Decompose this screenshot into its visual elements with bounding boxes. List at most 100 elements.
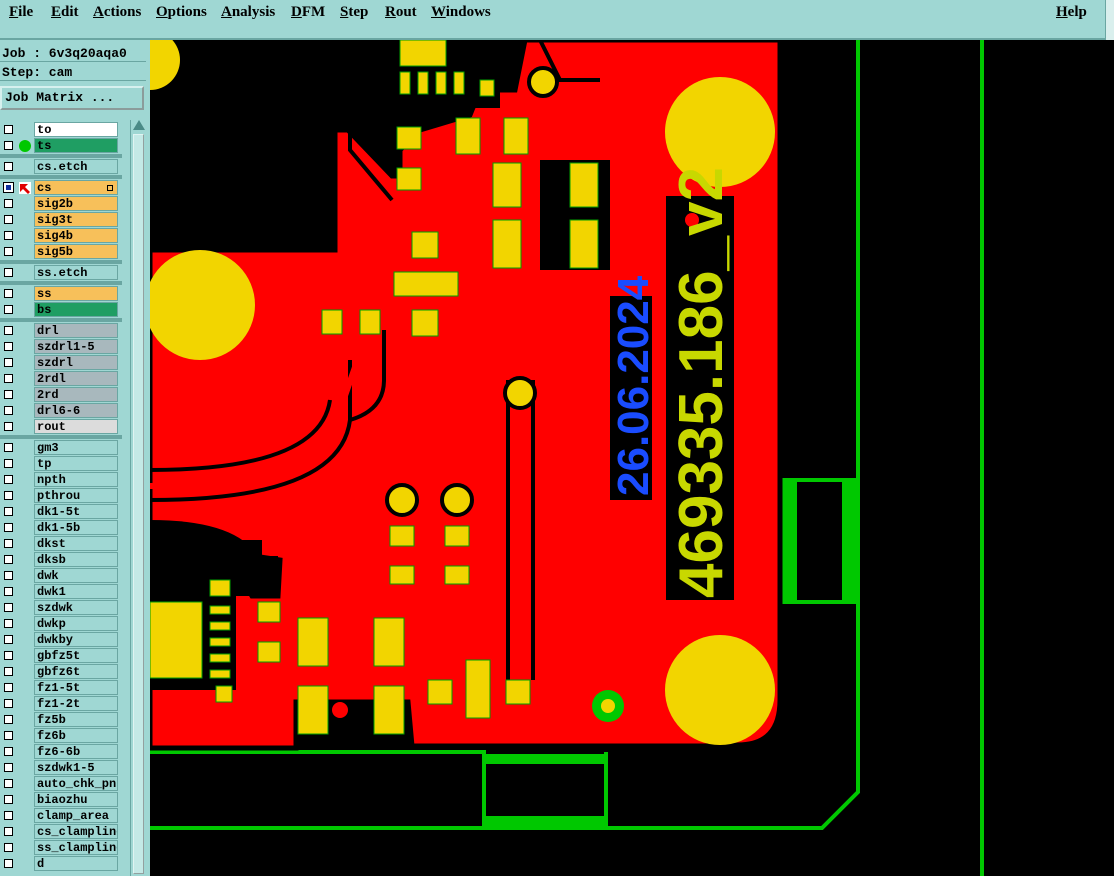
layer-row[interactable]: dksb (0, 552, 122, 568)
layer-visibility-checkbox[interactable] (4, 731, 13, 740)
menu-step[interactable]: Step (340, 4, 368, 21)
layer-name-label[interactable]: ts (34, 138, 118, 153)
layer-visibility-checkbox[interactable] (4, 811, 13, 820)
layer-name-label[interactable]: fz1-5t (34, 680, 118, 695)
layer-row[interactable]: dk1-5t (0, 504, 122, 520)
layer-visibility-checkbox[interactable] (4, 827, 13, 836)
layer-visibility-checkbox[interactable] (4, 555, 13, 564)
layer-visibility-checkbox[interactable] (4, 699, 13, 708)
layer-row[interactable]: sig2b (0, 196, 122, 212)
layer-name-label[interactable]: cs (34, 180, 118, 195)
layer-name-label[interactable]: dwkp (34, 616, 118, 631)
layer-name-label[interactable]: cs.etch (34, 159, 118, 174)
layer-row[interactable]: auto_chk_pn (0, 776, 122, 792)
layer-name-label[interactable]: dwk (34, 568, 118, 583)
layer-visibility-checkbox[interactable] (4, 268, 13, 277)
layer-name-label[interactable]: tp (34, 456, 118, 471)
layer-row[interactable]: ss.etch (0, 265, 122, 281)
layer-row[interactable]: gbfz6t (0, 664, 122, 680)
layer-visibility-checkbox[interactable] (4, 374, 13, 383)
layer-row[interactable]: d (0, 856, 122, 872)
layer-list-scrollbar[interactable] (130, 120, 147, 876)
layer-visibility-checkbox[interactable] (4, 305, 13, 314)
layer-visibility-checkbox[interactable] (4, 475, 13, 484)
layer-row[interactable]: ts (0, 138, 122, 154)
layer-name-label[interactable]: fz5b (34, 712, 118, 727)
layer-name-label[interactable]: sig3t (34, 212, 118, 227)
layer-visibility-checkbox[interactable] (4, 231, 13, 240)
layer-name-label[interactable]: fz6-6b (34, 744, 118, 759)
layer-name-label[interactable]: dk1-5b (34, 520, 118, 535)
layer-visibility-checkbox[interactable] (4, 651, 13, 660)
layer-row[interactable]: cs_clampline (0, 824, 122, 840)
layer-row[interactable]: ss_clampline (0, 840, 122, 856)
layer-name-label[interactable]: rout (34, 419, 118, 434)
layer-name-label[interactable]: ss (34, 286, 118, 301)
layer-visibility-checkbox[interactable] (4, 215, 13, 224)
layer-row[interactable]: szdwk (0, 600, 122, 616)
menu-options[interactable]: Options (156, 4, 207, 21)
layer-row[interactable]: szdwk1-5 (0, 760, 122, 776)
layer-visibility-checkbox[interactable] (4, 289, 13, 298)
layer-name-label[interactable]: bs (34, 302, 118, 317)
layer-row[interactable]: fz6-6b (0, 744, 122, 760)
layer-visibility-checkbox[interactable] (4, 843, 13, 852)
layer-visibility-checkbox[interactable] (4, 422, 13, 431)
layer-visibility-checkbox[interactable] (4, 763, 13, 772)
layer-name-label[interactable]: dk1-5t (34, 504, 118, 519)
layer-expand-icon[interactable] (107, 185, 113, 191)
layer-name-label[interactable]: sig4b (34, 228, 118, 243)
layer-name-label[interactable]: dksb (34, 552, 118, 567)
menu-edit[interactable]: Edit (51, 4, 79, 21)
layer-name-label[interactable]: gbfz6t (34, 664, 118, 679)
layer-visibility-checkbox[interactable] (4, 125, 13, 134)
layer-name-label[interactable]: szdwk (34, 600, 118, 615)
layer-visibility-checkbox[interactable] (4, 491, 13, 500)
layer-visibility-checkbox[interactable] (4, 603, 13, 612)
layer-row[interactable]: 2rdl (0, 371, 122, 387)
graphics-canvas[interactable]: 26.06.2024 469335.186_v2 (150, 40, 1114, 876)
layer-row[interactable]: szdrl (0, 355, 122, 371)
layer-name-label[interactable]: to (34, 122, 118, 137)
layer-name-label[interactable]: ss.etch (34, 265, 118, 280)
layer-visibility-checkbox[interactable] (4, 523, 13, 532)
layer-visibility-checkbox[interactable] (4, 141, 13, 150)
layer-row[interactable]: sig3t (0, 212, 122, 228)
job-matrix-button[interactable]: Job Matrix ... (0, 86, 144, 110)
layer-row[interactable]: fz1-5t (0, 680, 122, 696)
layer-name-label[interactable]: sig2b (34, 196, 118, 211)
layer-visibility-checkbox[interactable] (4, 747, 13, 756)
layer-row[interactable]: szdrl1-5 (0, 339, 122, 355)
layer-row[interactable]: gm3 (0, 440, 122, 456)
layer-row[interactable]: drl (0, 323, 122, 339)
layer-visibility-checkbox[interactable] (4, 443, 13, 452)
layer-visibility-checkbox[interactable] (4, 326, 13, 335)
layer-visibility-checkbox[interactable] (4, 406, 13, 415)
menu-help[interactable]: Help (1056, 4, 1087, 21)
layer-name-label[interactable]: dwkby (34, 632, 118, 647)
layer-name-label[interactable]: pthrou (34, 488, 118, 503)
layer-row[interactable]: ss (0, 286, 122, 302)
layer-row[interactable]: fz5b (0, 712, 122, 728)
menu-analysis[interactable]: Analysis (221, 4, 275, 21)
layer-row[interactable]: tp (0, 456, 122, 472)
layer-visibility-checkbox[interactable] (4, 390, 13, 399)
layer-visibility-checkbox[interactable] (4, 635, 13, 644)
layer-visibility-checkbox[interactable] (4, 859, 13, 868)
layer-visibility-checkbox[interactable] (4, 683, 13, 692)
layer-row[interactable]: biaozhu (0, 792, 122, 808)
layer-name-label[interactable]: ss_clampline (34, 840, 118, 855)
menu-rout[interactable]: Rout (385, 4, 417, 21)
layer-visibility-checkbox[interactable] (4, 162, 13, 171)
layer-row[interactable]: sig4b (0, 228, 122, 244)
layer-name-label[interactable]: biaozhu (34, 792, 118, 807)
layer-name-label[interactable]: 2rd (34, 387, 118, 402)
layer-row[interactable]: dwk1 (0, 584, 122, 600)
layer-row[interactable]: dwk (0, 568, 122, 584)
layer-visibility-checkbox[interactable] (4, 247, 13, 256)
layer-visibility-checkbox[interactable] (4, 715, 13, 724)
layer-name-label[interactable]: szdwk1-5 (34, 760, 118, 775)
layer-visibility-checkbox[interactable] (4, 619, 13, 628)
layer-name-label[interactable]: gbfz5t (34, 648, 118, 663)
layer-name-label[interactable]: drl6-6 (34, 403, 118, 418)
